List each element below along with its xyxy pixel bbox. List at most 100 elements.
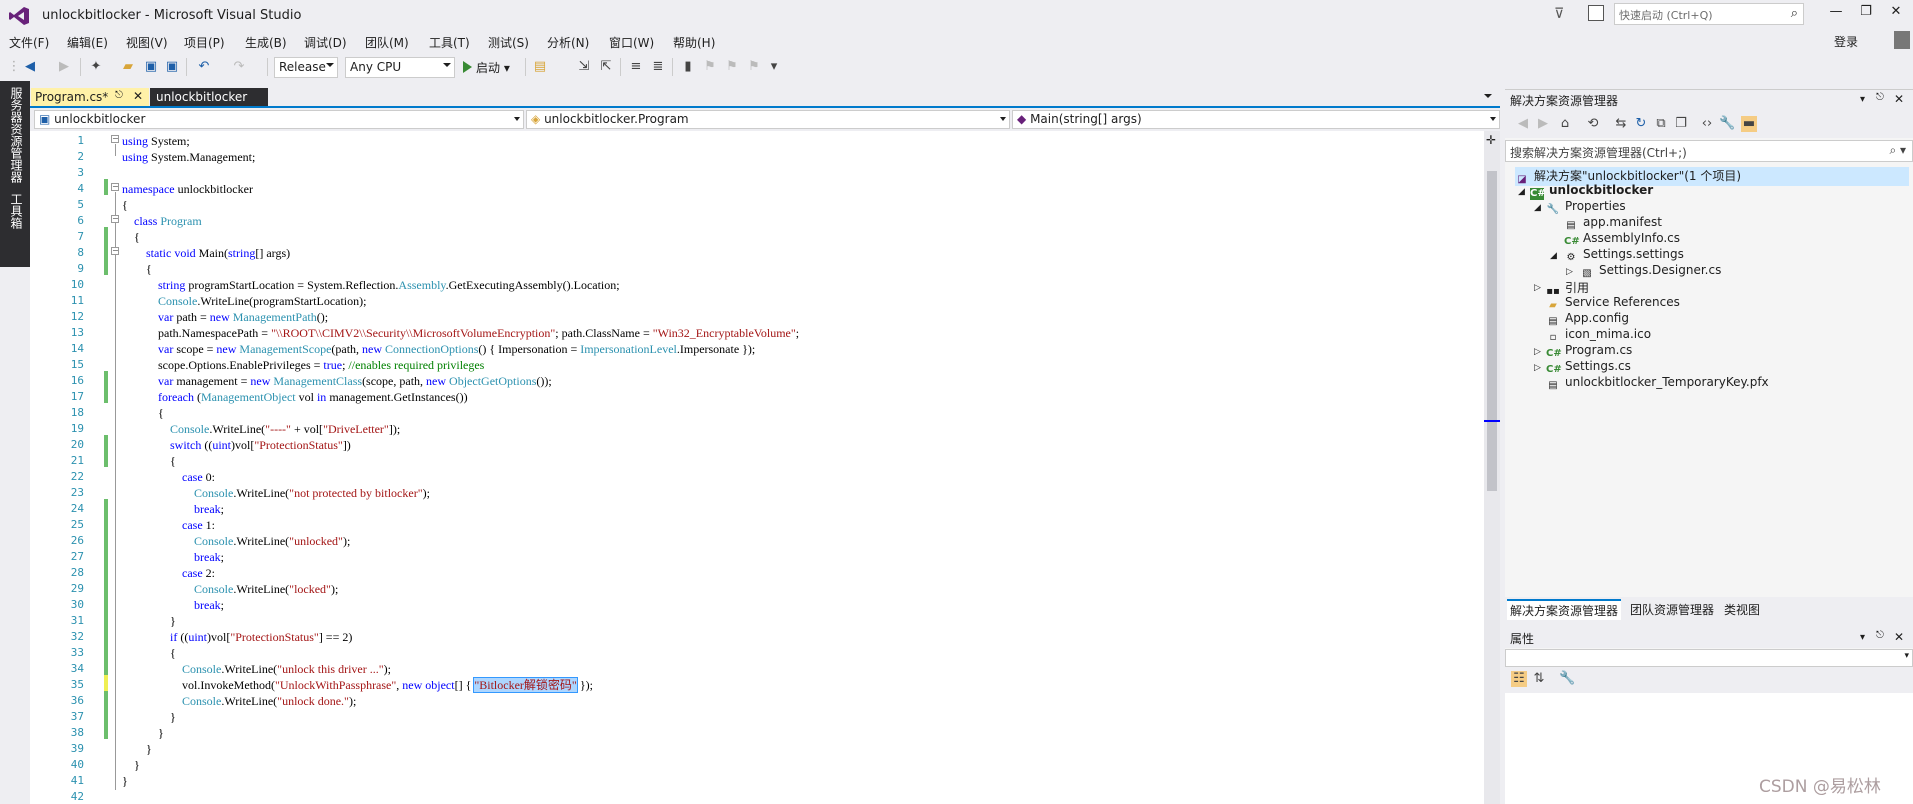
- menu-build[interactable]: 生成(B): [245, 34, 287, 51]
- menu-project[interactable]: 项目(P): [184, 34, 225, 51]
- tab-class-view[interactable]: 类视图: [1724, 601, 1760, 618]
- step-over-icon[interactable]: ⇱: [598, 59, 614, 75]
- tree-item-properties[interactable]: 🔧 Properties: [1546, 199, 1626, 216]
- restore-button[interactable]: ❐: [1853, 4, 1879, 24]
- open-file-icon[interactable]: ▰: [120, 59, 136, 75]
- expand-arrow-icon[interactable]: ▷: [1534, 283, 1541, 293]
- tree-item-settings-settings[interactable]: ⚙ Settings.settings: [1564, 247, 1684, 264]
- refresh-icon[interactable]: ↻: [1633, 116, 1649, 132]
- pin-icon[interactable]: ⎋: [115, 90, 123, 101]
- comment-lines-icon[interactable]: ≡: [628, 59, 644, 75]
- solution-explorer-search-input[interactable]: 搜索解决方案资源管理器(Ctrl+;) ⌕ ▾: [1505, 140, 1913, 162]
- properties-wrench-icon[interactable]: 🔧: [1719, 116, 1735, 132]
- alphabetical-icon[interactable]: ⇅: [1531, 671, 1547, 687]
- tree-item-app-manifest[interactable]: ▤ app.manifest: [1564, 215, 1662, 232]
- start-debugging-button[interactable]: 启动 ▾: [463, 59, 510, 76]
- navigate-back-icon[interactable]: ◀: [22, 59, 38, 75]
- menu-edit[interactable]: 编辑(E): [67, 34, 108, 51]
- tab-list-dropdown-icon[interactable]: [1484, 94, 1492, 98]
- tree-item-settings-designer[interactable]: ▧ Settings.Designer.cs: [1580, 263, 1721, 280]
- tree-item-settings-cs[interactable]: C# Settings.cs: [1546, 359, 1631, 376]
- menu-test[interactable]: 测试(S): [488, 34, 529, 51]
- menu-view[interactable]: 视图(V): [126, 34, 168, 51]
- feedback-icon[interactable]: [1588, 5, 1604, 21]
- fold-toggle-icon[interactable]: −: [111, 135, 119, 143]
- new-project-icon[interactable]: ✦: [88, 59, 104, 75]
- preview-selected-items-icon[interactable]: ▬: [1741, 116, 1757, 132]
- tab-program-cs[interactable]: Program.cs* ⎋ ✕: [31, 88, 149, 108]
- solution-platform-select[interactable]: Any CPU: [345, 57, 455, 78]
- close-icon[interactable]: ✕: [1894, 92, 1904, 106]
- menu-help[interactable]: 帮助(H): [673, 34, 715, 51]
- forward-icon[interactable]: ▶: [1535, 116, 1551, 132]
- code-editor[interactable]: 1 2 3 4 5 6 7 8 9 10 11 12 13 14 15 16 17 18 19 20 21 22 23 24 2…: [30, 131, 1500, 804]
- collapse-arrow-icon[interactable]: ◢: [1518, 187, 1525, 197]
- quick-launch-input[interactable]: 快速启动 (Ctrl+Q) ⌕: [1614, 3, 1804, 25]
- pin-icon[interactable]: ⎋: [1876, 630, 1884, 641]
- fold-toggle-icon[interactable]: −: [111, 183, 119, 191]
- panel-dropdown-icon[interactable]: ▾: [1860, 94, 1865, 105]
- browser-link-icon[interactable]: ▤: [532, 59, 548, 75]
- tree-item-app-config[interactable]: ▤ App.config: [1546, 311, 1629, 328]
- close-window-button[interactable]: ✕: [1883, 4, 1909, 24]
- split-editor-icon[interactable]: ✛: [1486, 133, 1496, 147]
- pin-icon[interactable]: ⎋: [1876, 92, 1884, 103]
- categorized-icon[interactable]: ☷: [1511, 671, 1527, 687]
- redo-icon[interactable]: ↷: [231, 59, 247, 75]
- panel-dropdown-icon[interactable]: ▾: [1860, 632, 1865, 643]
- tree-item-service-references[interactable]: ▰ Service References: [1546, 295, 1680, 312]
- tree-item-project[interactable]: C# unlockbitlocker: [1530, 183, 1653, 200]
- fold-toggle-icon[interactable]: −: [111, 215, 119, 223]
- scrollbar-thumb[interactable]: [1487, 171, 1497, 491]
- tree-item-assemblyinfo[interactable]: C# AssemblyInfo.cs: [1564, 231, 1680, 248]
- step-into-icon[interactable]: ⇲: [576, 59, 592, 75]
- expand-arrow-icon[interactable]: ▷: [1566, 267, 1573, 277]
- pending-changes-filter-icon[interactable]: ⟲: [1585, 116, 1601, 132]
- tree-item-program-cs[interactable]: C# Program.cs: [1546, 343, 1632, 360]
- sync-with-active-document-icon[interactable]: ⇆: [1613, 116, 1629, 132]
- tab-team-explorer[interactable]: 团队资源管理器: [1630, 601, 1714, 618]
- close-icon[interactable]: ✕: [1894, 630, 1904, 644]
- fold-toggle-icon[interactable]: −: [111, 247, 119, 255]
- expand-arrow-icon[interactable]: ▷: [1534, 347, 1541, 357]
- toolbar-overflow-icon[interactable]: ▾: [766, 59, 782, 75]
- back-icon[interactable]: ◀: [1515, 116, 1531, 132]
- type-dropdown[interactable]: ◈ unlockbitlocker.Program: [526, 110, 1010, 129]
- collapse-all-icon[interactable]: ⧉: [1653, 116, 1669, 132]
- previous-bookmark-icon[interactable]: ⚑: [702, 59, 718, 75]
- tree-item-icon-file[interactable]: ▫ icon_mima.ico: [1546, 327, 1651, 344]
- property-pages-wrench-icon[interactable]: 🔧: [1559, 671, 1575, 687]
- menu-team[interactable]: 团队(M): [365, 34, 409, 51]
- menu-debug[interactable]: 调试(D): [304, 34, 347, 51]
- notification-filter-icon[interactable]: ⊽: [1554, 6, 1564, 22]
- account-icon[interactable]: [1894, 31, 1910, 49]
- navigate-forward-icon[interactable]: ▶: [56, 59, 72, 75]
- project-dropdown[interactable]: ▣ unlockbitlocker: [34, 110, 524, 129]
- collapse-arrow-icon[interactable]: ◢: [1550, 251, 1557, 261]
- collapse-arrow-icon[interactable]: ◢: [1534, 203, 1541, 213]
- save-all-icon[interactable]: ▣: [164, 59, 180, 75]
- view-code-icon[interactable]: ‹›: [1699, 116, 1715, 132]
- server-explorer-tab[interactable]: 服务器资源管理器: [8, 87, 25, 183]
- menu-file[interactable]: 文件(F): [9, 34, 49, 51]
- clear-bookmarks-icon[interactable]: ⚑: [746, 59, 762, 75]
- menu-analyze[interactable]: 分析(N): [547, 34, 589, 51]
- next-bookmark-icon[interactable]: ⚑: [724, 59, 740, 75]
- save-icon[interactable]: ▣: [143, 59, 159, 75]
- uncomment-lines-icon[interactable]: ≣: [650, 59, 666, 75]
- close-icon[interactable]: ✕: [133, 89, 143, 103]
- menu-window[interactable]: 窗口(W): [609, 34, 654, 51]
- home-icon[interactable]: ⌂: [1557, 116, 1573, 132]
- member-dropdown[interactable]: ◆ Main(string[] args): [1012, 110, 1500, 129]
- show-all-files-icon[interactable]: ❐: [1673, 116, 1689, 132]
- minimize-button[interactable]: —: [1823, 4, 1849, 24]
- tab-unlockbitlocker[interactable]: unlockbitlocker: [150, 88, 268, 108]
- properties-object-select[interactable]: ▾: [1505, 649, 1913, 667]
- tab-solution-explorer[interactable]: 解决方案资源管理器: [1507, 599, 1622, 620]
- login-link[interactable]: 登录: [1834, 33, 1858, 50]
- expand-arrow-icon[interactable]: ▷: [1534, 363, 1541, 373]
- solution-configuration-select[interactable]: Release: [274, 57, 338, 78]
- toolbox-tab[interactable]: 工具箱: [8, 193, 25, 229]
- menu-tools[interactable]: 工具(T): [429, 34, 470, 51]
- undo-icon[interactable]: ↶: [196, 59, 212, 75]
